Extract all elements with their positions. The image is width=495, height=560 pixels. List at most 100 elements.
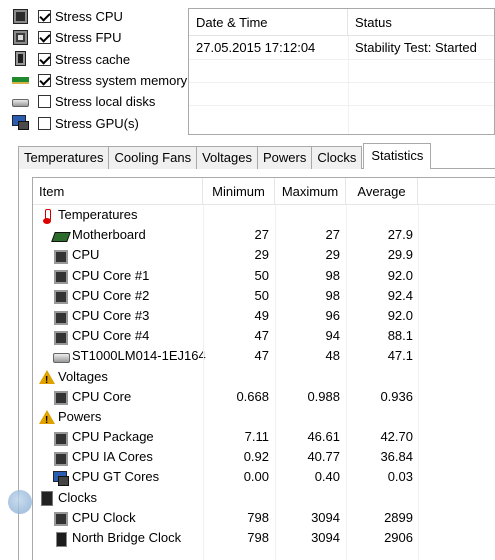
column-divider <box>346 205 347 560</box>
stats-row[interactable]: ST1000LM014-1EJ164 47 48 47.1 <box>33 346 495 366</box>
stats-header-average[interactable]: Average <box>346 178 418 204</box>
log-header-status[interactable]: Status <box>348 9 494 35</box>
row-label: CPU Core #2 <box>72 287 150 303</box>
stats-group-row[interactable]: Powers <box>33 407 495 431</box>
log-row-divider <box>189 59 494 60</box>
row-label: CPU Core #4 <box>72 328 150 344</box>
stress-cache-checkbox[interactable] <box>38 52 51 66</box>
stats-row[interactable]: Motherboard 27 27 27.9 <box>33 225 495 245</box>
cpu-icon <box>53 390 69 406</box>
stress-cache-option[interactable]: Stress cache <box>0 49 186 70</box>
stress-fpu-label: Stress FPU <box>55 30 122 46</box>
warning-icon <box>39 370 55 391</box>
column-divider <box>418 205 419 560</box>
fpu-chip-icon <box>12 30 30 46</box>
stats-group-row[interactable]: Voltages <box>33 367 495 391</box>
stats-row[interactable]: CPU Core #2 50 98 92.4 <box>33 286 495 306</box>
row-label: CPU Clock <box>72 509 136 525</box>
min-cell: 47 <box>254 328 269 344</box>
stress-gpu-checkbox[interactable] <box>38 116 51 130</box>
stats-row[interactable]: CPU Core #4 47 94 88.1 <box>33 326 495 346</box>
stress-cpu-checkbox[interactable] <box>38 10 51 24</box>
gpu-monitor-icon <box>12 115 30 131</box>
avg-cell: 0.936 <box>380 388 413 404</box>
stress-cpu-label: Stress CPU <box>55 9 123 25</box>
stats-row[interactable]: CPU GT Cores 0.00 0.40 0.03 <box>33 467 495 487</box>
max-cell: 96 <box>325 307 340 323</box>
stress-gpu-option[interactable]: Stress GPU(s) <box>0 112 186 133</box>
tab-cooling-fans[interactable]: Cooling Fans <box>108 146 198 169</box>
avg-cell: 47.1 <box>387 348 413 364</box>
stats-row[interactable]: CPU Clock 798 3094 2899 <box>33 508 495 528</box>
min-cell: 798 <box>247 530 269 545</box>
stress-options-panel: Stress CPU Stress FPU Stress cache Stres… <box>0 6 188 134</box>
max-cell: 0.40 <box>314 469 340 485</box>
min-cell: 27 <box>254 227 269 243</box>
clock-chip-icon <box>39 491 55 507</box>
tab-voltages[interactable]: Voltages <box>196 146 258 169</box>
avg-cell: 42.70 <box>380 429 413 445</box>
watermark-logo <box>8 490 32 514</box>
stress-disks-option[interactable]: Stress local disks <box>0 91 186 112</box>
min-cell: 7.11 <box>244 429 269 445</box>
avg-cell: 92.4 <box>387 287 413 303</box>
row-label: ST1000LM014-1EJ164 <box>72 348 206 364</box>
max-cell: 48 <box>325 348 340 364</box>
min-cell: 29 <box>254 247 269 263</box>
tab-statistics[interactable]: Statistics <box>363 143 432 169</box>
max-cell: 27 <box>325 227 340 243</box>
min-cell: 50 <box>254 267 269 283</box>
min-cell: 0.668 <box>236 388 269 404</box>
min-cell: 50 <box>254 287 269 303</box>
avg-cell: 0.03 <box>387 469 413 485</box>
stress-fpu-checkbox[interactable] <box>38 31 51 45</box>
stress-fpu-option[interactable]: Stress FPU <box>0 27 186 48</box>
cpu-icon <box>53 249 69 264</box>
stress-memory-checkbox[interactable] <box>38 74 51 88</box>
log-header-datetime[interactable]: Date & Time <box>189 9 348 35</box>
stats-row[interactable]: North Bridge Clock 798 3094 2906 <box>33 528 495 548</box>
stats-row[interactable]: CPU IA Cores 0.92 40.77 36.84 <box>33 447 495 467</box>
min-cell: 0.00 <box>243 469 269 485</box>
max-cell: 94 <box>325 328 340 344</box>
stats-header-maximum[interactable]: Maximum <box>275 178 346 204</box>
stats-group-row[interactable]: Temperatures <box>33 205 495 225</box>
stats-row[interactable]: CPU 29 29 29.9 <box>33 245 495 265</box>
stats-header-item[interactable]: Item <box>33 178 203 204</box>
max-cell: 29 <box>325 247 340 263</box>
stats-header-minimum[interactable]: Minimum <box>203 178 275 204</box>
min-cell: 49 <box>254 307 269 323</box>
log-datetime-cell: 27.05.2015 17:12:04 <box>196 40 316 55</box>
motherboard-icon <box>53 229 69 243</box>
stress-memory-option[interactable]: Stress system memory <box>0 70 188 91</box>
stress-cpu-option[interactable]: Stress CPU <box>0 6 186 27</box>
cpu-chip-icon <box>12 9 30 25</box>
stress-gpu-label: Stress GPU(s) <box>55 115 139 131</box>
cache-chip-icon <box>12 51 30 67</box>
stress-memory-label: Stress system memory <box>55 73 188 89</box>
row-label: CPU <box>72 247 100 263</box>
group-label: Clocks <box>58 489 98 505</box>
tab-temperatures[interactable]: Temperatures <box>18 146 110 169</box>
statistics-table[interactable]: Item Minimum Maximum Average Temperature… <box>32 177 495 560</box>
cpu-icon <box>53 289 69 305</box>
row-label: CPU Core <box>72 388 132 404</box>
avg-cell: 88.1 <box>387 328 413 344</box>
stats-row[interactable]: CPU Package 7.11 46.61 42.70 <box>33 427 495 447</box>
log-row-divider <box>189 105 494 106</box>
cpu-icon <box>53 310 69 325</box>
stats-group-row[interactable]: Clocks <box>33 488 495 508</box>
tab-clocks[interactable]: Clocks <box>311 146 363 169</box>
status-log-table[interactable]: Date & Time Status 27.05.2015 17:12:04 S… <box>188 8 495 135</box>
stress-disks-checkbox[interactable] <box>38 95 51 109</box>
log-row[interactable]: 27.05.2015 17:12:04 Stability Test: Star… <box>189 36 494 59</box>
avg-cell: 29.9 <box>387 247 413 263</box>
group-label: Voltages <box>58 368 108 384</box>
row-label: CPU Core #3 <box>72 307 150 323</box>
stats-row[interactable]: CPU Core #3 49 96 92.0 <box>33 306 495 326</box>
max-cell: 3094 <box>311 530 340 545</box>
stats-row[interactable]: CPU Core 0.668 0.988 0.936 <box>33 387 495 407</box>
tab-powers[interactable]: Powers <box>256 146 313 169</box>
max-cell: 98 <box>325 287 340 303</box>
stats-row[interactable]: CPU Core #1 50 98 92.0 <box>33 266 495 286</box>
